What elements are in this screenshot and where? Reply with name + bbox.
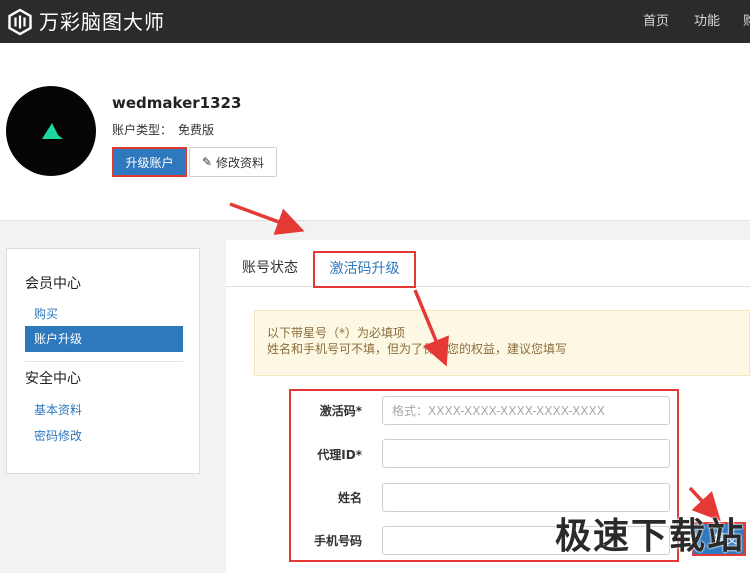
activation-code-label: 激活码*: [319, 404, 362, 418]
tab-activation-upgrade[interactable]: 激活码升级: [313, 251, 416, 288]
tabs-divider: [226, 286, 750, 287]
edit-profile-label: 修改资料: [216, 155, 265, 170]
tab-account-status[interactable]: 账号状态: [242, 259, 298, 277]
upgrade-account-button[interactable]: 升级账户: [112, 147, 187, 177]
sidebar-heading-member: 会员中心: [25, 276, 81, 292]
sidebar-heading-security: 安全中心: [25, 371, 81, 387]
agent-id-input[interactable]: [382, 439, 670, 468]
account-type: 账户类型： 免费版: [112, 122, 214, 138]
notice-line-2: 姓名和手机号可不填，但为了保障您的权益，建议您填写: [267, 342, 568, 356]
account-type-value: 免费版: [178, 123, 215, 137]
brand-logo-icon: [8, 8, 32, 36]
brand-name: 万彩脑图大师: [39, 10, 165, 34]
phone-label: 手机号码: [313, 534, 362, 548]
edit-icon: ✎: [201, 155, 213, 169]
activation-code-input[interactable]: [382, 396, 670, 425]
top-navbar: 万彩脑图大师 首页 功能 购: [0, 0, 750, 43]
sidebar-item-password[interactable]: 密码修改: [34, 428, 82, 444]
sidebar-item-account-upgrade[interactable]: 账户升级: [25, 326, 183, 352]
notice-box: 以下带星号（*）为必填项 姓名和手机号可不填，但为了保障您的权益，建议您填写: [254, 310, 750, 376]
edit-profile-button[interactable]: ✎ 修改资料: [189, 147, 277, 177]
avatar-logo-icon: [42, 123, 63, 139]
name-input[interactable]: [382, 483, 670, 512]
avatar: [6, 86, 96, 176]
notice-line-1: 以下带星号（*）为必填项: [267, 326, 406, 340]
sidebar-item-buy[interactable]: 购买: [34, 306, 58, 322]
watermark: 极速下载站: [555, 516, 746, 557]
brand[interactable]: 万彩脑图大师: [6, 8, 165, 36]
sidebar-divider: [25, 361, 183, 362]
sidebar-item-basic-info[interactable]: 基本资料: [34, 402, 82, 418]
username: wedmaker1323: [112, 94, 242, 112]
nav-home[interactable]: 首页: [643, 14, 669, 30]
name-label: 姓名: [337, 491, 362, 505]
nav-purchase[interactable]: 购: [743, 14, 750, 30]
agent-id-label: 代理ID*: [317, 448, 362, 462]
nav-features[interactable]: 功能: [694, 14, 720, 30]
sidebar: 会员中心 购买 账户升级 安全中心 基本资料 密码修改: [6, 248, 200, 474]
account-type-label: 账户类型：: [112, 123, 173, 137]
